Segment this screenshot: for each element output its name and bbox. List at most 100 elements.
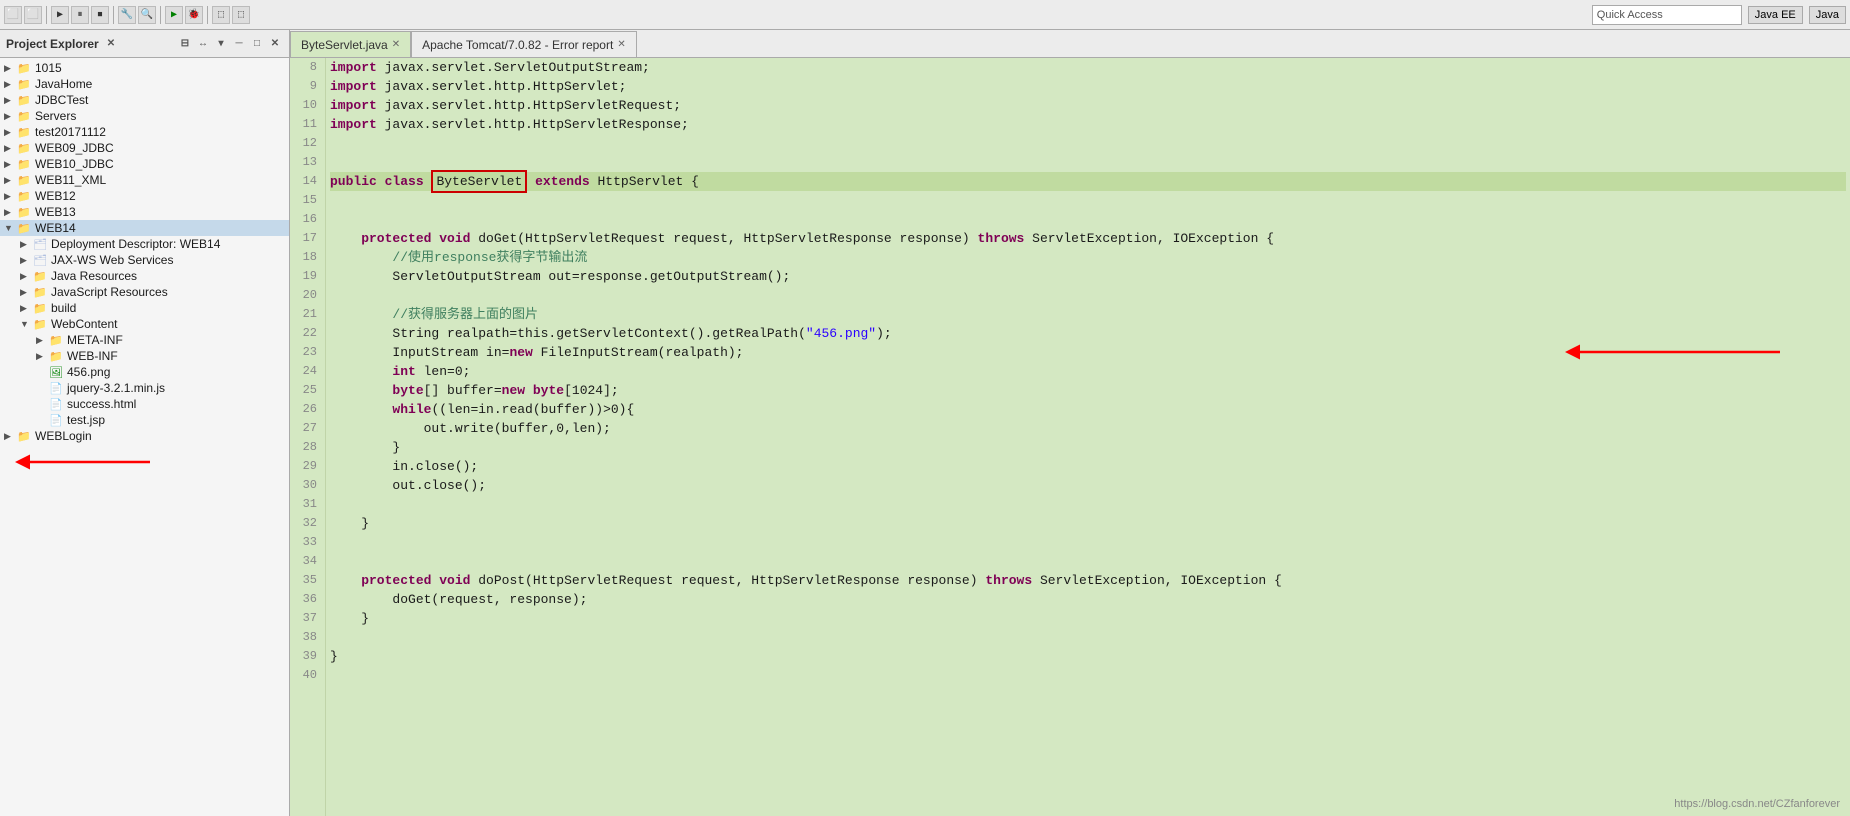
tree-item-JAXWSWebServices[interactable]: ▶🗂JAX-WS Web Services	[0, 252, 289, 268]
tab-tomcat-error[interactable]: Apache Tomcat/7.0.82 - Error report ✕	[411, 31, 637, 57]
toolbar-btn-3[interactable]: ▶	[51, 6, 69, 24]
tree-item-1015[interactable]: ▶📁1015	[0, 60, 289, 76]
tree-item-JDBCTest[interactable]: ▶📁JDBCTest	[0, 92, 289, 108]
code-line-31[interactable]	[330, 495, 1846, 514]
toolbar-btn-1[interactable]: ⬜	[4, 6, 22, 24]
tree-item-WebContent[interactable]: ▼📁WebContent	[0, 316, 289, 332]
code-line-25[interactable]: byte[] buffer=new byte[1024];	[330, 381, 1846, 400]
tree-arrow-Servers[interactable]: ▶	[4, 111, 16, 122]
tree-item-WEB11_XML[interactable]: ▶📁WEB11_XML	[0, 172, 289, 188]
code-line-21[interactable]: //获得服务器上面的图片	[330, 305, 1846, 324]
code-line-40[interactable]	[330, 666, 1846, 685]
tree-item-WEB10_JDBC[interactable]: ▶📁WEB10_JDBC	[0, 156, 289, 172]
panel-menu-btn[interactable]: ▾	[213, 36, 229, 52]
code-line-20[interactable]	[330, 286, 1846, 305]
code-content[interactable]: import javax.servlet.ServletOutputStream…	[326, 58, 1850, 816]
tree-item-META-INF[interactable]: ▶📁META-INF	[0, 332, 289, 348]
code-line-17[interactable]: protected void doGet(HttpServletRequest …	[330, 229, 1846, 248]
code-line-10[interactable]: import javax.servlet.http.HttpServletReq…	[330, 96, 1846, 115]
tree-arrow-WEB09_JDBC[interactable]: ▶	[4, 143, 16, 154]
tree-arrow-build[interactable]: ▶	[20, 303, 32, 314]
tree-item-JavaResources[interactable]: ▶📁Java Resources	[0, 268, 289, 284]
tree-item-WEB14[interactable]: ▼📁WEB14	[0, 220, 289, 236]
toolbar-btn-7[interactable]: 🔍	[138, 6, 156, 24]
link-editor-btn[interactable]: ↔	[195, 36, 211, 52]
code-line-26[interactable]: while((len=in.read(buffer))>0){	[330, 400, 1846, 419]
tree-item-Servers[interactable]: ▶📁Servers	[0, 108, 289, 124]
tree-arrow-META-INF[interactable]: ▶	[36, 335, 48, 346]
toolbar-btn-9[interactable]: ⬚	[232, 6, 250, 24]
perspective-java-ee[interactable]: Java EE	[1748, 6, 1803, 24]
code-line-19[interactable]: ServletOutputStream out=response.getOutp…	[330, 267, 1846, 286]
tree-arrow-JAXWSWebServices[interactable]: ▶	[20, 255, 32, 266]
tree-item-WEB12[interactable]: ▶📁WEB12	[0, 188, 289, 204]
code-line-33[interactable]	[330, 533, 1846, 552]
tree-item-DeploymentDescriptor[interactable]: ▶🗂Deployment Descriptor: WEB14	[0, 236, 289, 252]
code-line-12[interactable]	[330, 134, 1846, 153]
tree-arrow-test20171112[interactable]: ▶	[4, 127, 16, 138]
code-line-27[interactable]: out.write(buffer,0,len);	[330, 419, 1846, 438]
tree-arrow-DeploymentDescriptor[interactable]: ▶	[20, 239, 32, 250]
toolbar-btn-6[interactable]: 🔧	[118, 6, 136, 24]
close-panel-btn[interactable]: ✕	[267, 36, 283, 52]
minimize-btn[interactable]: ─	[231, 36, 247, 52]
tree-arrow-1015[interactable]: ▶	[4, 63, 16, 74]
code-line-24[interactable]: int len=0;	[330, 362, 1846, 381]
tree-item-test20171112[interactable]: ▶📁test20171112	[0, 124, 289, 140]
maximize-btn[interactable]: □	[249, 36, 265, 52]
tree-arrow-WEBLogin[interactable]: ▶	[4, 431, 16, 442]
code-line-9[interactable]: import javax.servlet.http.HttpServlet;	[330, 77, 1846, 96]
toolbar-btn-8[interactable]: ⬚	[212, 6, 230, 24]
perspective-java[interactable]: Java	[1809, 6, 1846, 24]
code-line-18[interactable]: //使用response获得字节输出流	[330, 248, 1846, 267]
tree-arrow-JavaHome[interactable]: ▶	[4, 79, 16, 90]
tree-arrow-WEB13[interactable]: ▶	[4, 207, 16, 218]
tree-arrow-WEB12[interactable]: ▶	[4, 191, 16, 202]
tree-arrow-WEB-INF[interactable]: ▶	[36, 351, 48, 362]
tree-arrow-WEB11_XML[interactable]: ▶	[4, 175, 16, 186]
tab-byteservlet[interactable]: ByteServlet.java ✕	[290, 31, 411, 57]
code-line-28[interactable]: }	[330, 438, 1846, 457]
tree-arrow-JDBCTest[interactable]: ▶	[4, 95, 16, 106]
tree-arrow-JavaResources[interactable]: ▶	[20, 271, 32, 282]
code-line-32[interactable]: }	[330, 514, 1846, 533]
tree-item-WEB13[interactable]: ▶📁WEB13	[0, 204, 289, 220]
toolbar-btn-5[interactable]: ⏹	[91, 6, 109, 24]
collapse-all-btn[interactable]: ⊟	[177, 36, 193, 52]
code-line-36[interactable]: doGet(request, response);	[330, 590, 1846, 609]
code-line-16[interactable]	[330, 210, 1846, 229]
tree-arrow-WEB10_JDBC[interactable]: ▶	[4, 159, 16, 170]
tree-arrow-WebContent[interactable]: ▼	[20, 319, 32, 329]
toolbar-btn-debug[interactable]: 🐞	[185, 6, 203, 24]
code-editor[interactable]: 8910111213141516171819202122232425262728…	[290, 58, 1850, 816]
tab-tomcat-close[interactable]: ✕	[617, 39, 625, 50]
toolbar-btn-4[interactable]: ⏸	[71, 6, 89, 24]
code-line-30[interactable]: out.close();	[330, 476, 1846, 495]
code-line-37[interactable]: }	[330, 609, 1846, 628]
tree-item-build[interactable]: ▶📁build	[0, 300, 289, 316]
code-line-22[interactable]: String realpath=this.getServletContext()…	[330, 324, 1846, 343]
quick-access-input[interactable]: Quick Access	[1592, 5, 1742, 25]
tree-item-JavaHome[interactable]: ▶📁JavaHome	[0, 76, 289, 92]
code-line-34[interactable]	[330, 552, 1846, 571]
toolbar-btn-run[interactable]: ▶	[165, 6, 183, 24]
tree-arrow-JavaScriptResources[interactable]: ▶	[20, 287, 32, 298]
tree-item-jquery[interactable]: 📄jquery-3.2.1.min.js	[0, 380, 289, 396]
tree-item-WEB09_JDBC[interactable]: ▶📁WEB09_JDBC	[0, 140, 289, 156]
code-line-15[interactable]	[330, 191, 1846, 210]
tree-item-WEB-INF[interactable]: ▶📁WEB-INF	[0, 348, 289, 364]
code-line-38[interactable]	[330, 628, 1846, 647]
code-line-29[interactable]: in.close();	[330, 457, 1846, 476]
code-line-39[interactable]: }	[330, 647, 1846, 666]
code-line-35[interactable]: protected void doPost(HttpServletRequest…	[330, 571, 1846, 590]
tree-arrow-WEB14[interactable]: ▼	[4, 223, 16, 233]
tree-item-456png[interactable]: 🖼456.png	[0, 364, 289, 380]
code-line-11[interactable]: import javax.servlet.http.HttpServletRes…	[330, 115, 1846, 134]
tree-item-successhtml[interactable]: 📄success.html	[0, 396, 289, 412]
code-line-8[interactable]: import javax.servlet.ServletOutputStream…	[330, 58, 1846, 77]
tab-byteservlet-close[interactable]: ✕	[392, 39, 400, 50]
tree-item-WEBLogin[interactable]: ▶📁WEBLogin	[0, 428, 289, 444]
tree-item-testjsp[interactable]: 📄test.jsp	[0, 412, 289, 428]
code-line-14[interactable]: public class ByteServlet extends HttpSer…	[330, 172, 1846, 191]
toolbar-btn-2[interactable]: ⬜	[24, 6, 42, 24]
